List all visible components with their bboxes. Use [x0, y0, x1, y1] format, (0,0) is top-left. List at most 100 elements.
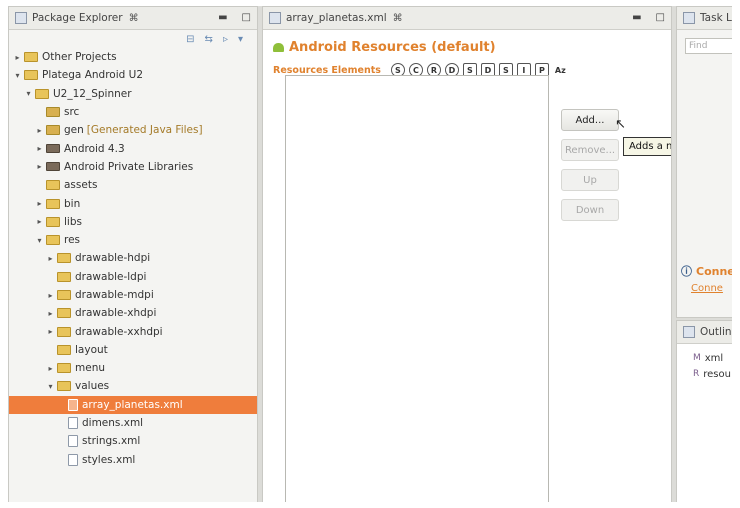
- tree-item[interactable]: ▾ values: [9, 377, 257, 395]
- folder-icon: [46, 235, 60, 246]
- tree-item-label: assets: [64, 179, 98, 192]
- tree-item[interactable]: layout: [9, 341, 257, 359]
- minimize-icon[interactable]: ▬: [632, 12, 641, 23]
- file-icon: [68, 453, 78, 466]
- tree-item[interactable]: strings.xml: [9, 432, 257, 450]
- tree-item[interactable]: ▾ U2_12_Spinner: [9, 85, 257, 103]
- remove-button[interactable]: Remove...: [561, 139, 619, 161]
- tree-item-label: drawable-xxhdpi: [75, 325, 163, 338]
- tree-item-label: menu: [75, 362, 105, 375]
- tree-item-label: drawable-hdpi: [75, 252, 151, 265]
- folder-icon: [57, 271, 71, 282]
- tree-item[interactable]: assets: [9, 176, 257, 194]
- task-list-icon: [683, 12, 695, 24]
- collapsed-arrow-icon[interactable]: ▸: [46, 254, 55, 263]
- tree-item[interactable]: array_planetas.xml: [9, 395, 257, 414]
- editor-tab[interactable]: array_planetas.xml ⌘ ▬ □: [263, 7, 671, 30]
- collapsed-arrow-icon[interactable]: ▸: [35, 199, 44, 208]
- tree-item[interactable]: dimens.xml: [9, 414, 257, 432]
- connect-link[interactable]: Conne: [691, 283, 732, 294]
- tree-item[interactable]: ▸ Other Projects: [9, 48, 257, 66]
- view-menu-separator-icon: ▹: [222, 33, 228, 45]
- tree-item[interactable]: ▸ menu: [9, 359, 257, 377]
- tree-item[interactable]: ▸ drawable-xxhdpi: [9, 322, 257, 340]
- folder-icon: [57, 363, 71, 374]
- collapsed-arrow-icon[interactable]: ▸: [46, 364, 55, 373]
- outline-tab[interactable]: Outline: [677, 321, 732, 344]
- tree-item[interactable]: ▾ res: [9, 231, 257, 249]
- android-robot-icon: [273, 43, 284, 52]
- editor-buttons: Add... Remove... Up Down: [561, 109, 619, 229]
- tree-item-label: dimens.xml: [82, 417, 144, 430]
- collapsed-arrow-icon[interactable]: ▸: [46, 309, 55, 318]
- close-icon[interactable]: ⌘: [393, 13, 403, 24]
- tree-item[interactable]: src: [9, 103, 257, 121]
- resource-editor: array_planetas.xml ⌘ ▬ □ Android Resourc…: [262, 6, 672, 502]
- project-tree: ▸ Other Projects ▾ Platega Android U2 ▾ U2_12…: [9, 48, 257, 469]
- collapsed-arrow-icon[interactable]: ▸: [46, 291, 55, 300]
- resource-elements-list[interactable]: [285, 75, 549, 502]
- tree-item-label: drawable-mdpi: [75, 289, 154, 301]
- collapsed-arrow-icon[interactable]: ▸: [35, 162, 44, 171]
- tree-item-decoration: [Generated Java Files]: [86, 124, 203, 137]
- tree-item-label: drawable-xhdpi: [75, 307, 157, 320]
- tree-item-label: array_planetas.xml: [82, 398, 183, 411]
- outline-item[interactable]: Mxml: [677, 350, 732, 366]
- collapsed-arrow-icon[interactable]: ▸: [46, 327, 55, 336]
- collapsed-arrow-icon[interactable]: ▸: [35, 217, 44, 226]
- add-button[interactable]: Add...: [561, 109, 619, 131]
- maximize-icon[interactable]: □: [656, 12, 665, 23]
- collapsed-arrow-icon[interactable]: ▸: [35, 126, 44, 135]
- tree-item-label: Other Projects: [42, 51, 117, 64]
- folder-icon: [46, 198, 60, 209]
- folder-icon: [57, 290, 71, 300]
- expanded-arrow-icon[interactable]: ▾: [46, 382, 55, 391]
- folder-icon: [57, 344, 71, 355]
- tree-item[interactable]: ▸ drawable-mdpi: [9, 286, 257, 304]
- task-list-tab[interactable]: Task Lis: [677, 7, 732, 30]
- minimize-icon[interactable]: ▬: [218, 12, 227, 23]
- sort-az-icon[interactable]: Az: [555, 66, 566, 75]
- tree-item[interactable]: ▸ gen [Generated Java Files]: [9, 121, 257, 139]
- collapse-all-icon[interactable]: ⊟: [186, 34, 194, 45]
- outline-node-icon: M: [693, 353, 701, 363]
- tree-item[interactable]: ▸ libs: [9, 213, 257, 231]
- expanded-arrow-icon[interactable]: ▾: [13, 71, 22, 80]
- folder-icon: [57, 381, 71, 392]
- tree-item[interactable]: ▸ Android Private Libraries: [9, 158, 257, 176]
- tree-item[interactable]: ▸ drawable-hdpi: [9, 249, 257, 267]
- outline-tab-title: Outline: [700, 326, 732, 338]
- link-with-editor-icon[interactable]: ⇆: [205, 34, 213, 45]
- tree-item-label: strings.xml: [82, 435, 141, 448]
- tree-item-label: styles.xml: [82, 453, 136, 466]
- tree-item[interactable]: styles.xml: [9, 451, 257, 469]
- editor-tab-title: array_planetas.xml: [286, 12, 387, 24]
- mouse-cursor-icon: ↖: [615, 117, 626, 132]
- tree-item[interactable]: ▸ Android 4.3: [9, 139, 257, 157]
- lib-icon: [46, 162, 60, 172]
- expanded-arrow-icon[interactable]: ▾: [35, 236, 44, 245]
- maximize-icon[interactable]: □: [242, 12, 251, 23]
- editor-window-controls: ▬ □: [632, 12, 665, 23]
- tree-item[interactable]: drawable-ldpi: [9, 268, 257, 286]
- tree-item[interactable]: ▸ bin: [9, 194, 257, 212]
- tree-item[interactable]: ▸ drawable-xhdpi: [9, 304, 257, 322]
- task-find-input[interactable]: Find: [685, 38, 732, 54]
- package-explorer-tab-title: Package Explorer: [32, 12, 123, 24]
- tree-item-label: src: [64, 106, 80, 119]
- down-button[interactable]: Down: [561, 199, 619, 221]
- collapsed-arrow-icon[interactable]: ▸: [35, 144, 44, 153]
- expanded-arrow-icon[interactable]: ▾: [24, 89, 33, 98]
- collapsed-arrow-icon[interactable]: ▸: [13, 53, 22, 62]
- package-explorer-tab[interactable]: Package Explorer ⌘ ▬ □: [9, 7, 257, 30]
- project-icon: [35, 88, 49, 99]
- outline-item[interactable]: Rresou: [677, 366, 732, 382]
- tree-item[interactable]: ▾ Platega Android U2: [9, 66, 257, 84]
- project-icon: [24, 52, 38, 63]
- view-menu-icon[interactable]: ▾: [238, 34, 243, 45]
- outline-view: Outline MxmlRresou: [676, 320, 732, 502]
- up-button[interactable]: Up: [561, 169, 619, 191]
- tree-item-label: libs: [64, 215, 82, 228]
- eclipse-workbench: Package Explorer ⌘ ▬ □ ⊟ ⇆ ▹ ▾ ▸ Other Pr…: [8, 6, 732, 502]
- close-icon[interactable]: ⌘: [129, 13, 139, 24]
